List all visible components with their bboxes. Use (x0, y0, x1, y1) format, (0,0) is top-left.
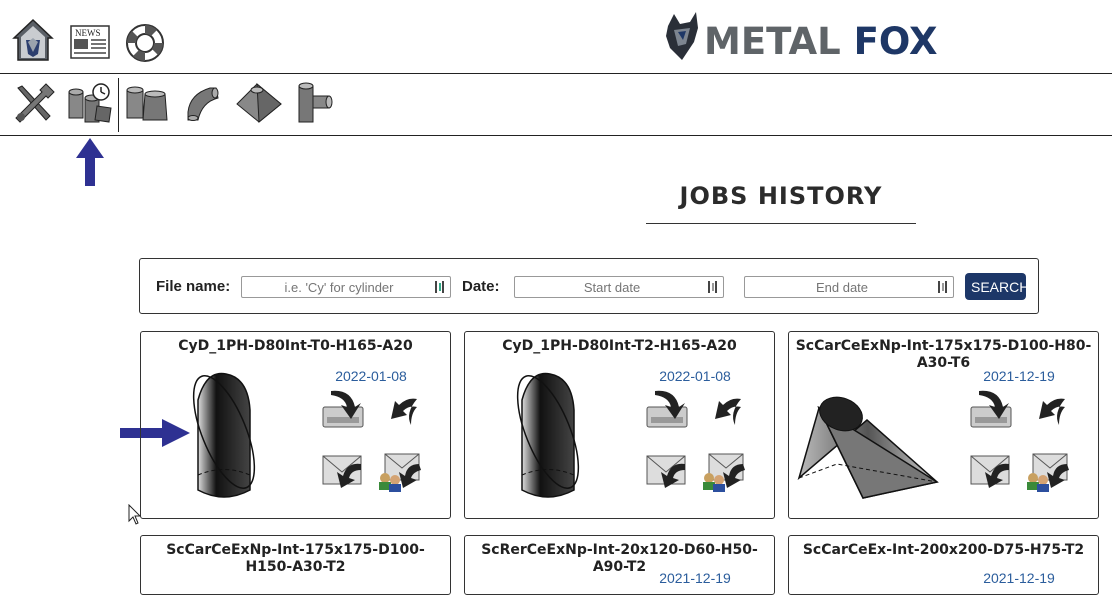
job-name: CyD_1PH-D80Int-T2-H165-A20 (502, 338, 737, 354)
logo-word-fox: FOX (853, 20, 938, 63)
settings-tools-icon[interactable] (12, 82, 56, 126)
job-card[interactable]: CyD_1PH-D80Int-T2-H165-A20 2022-01-08 (464, 331, 775, 519)
file-name-input[interactable] (241, 276, 451, 298)
job-name: CyD_1PH-D80Int-T0-H165-A20 (178, 338, 413, 354)
download-icon[interactable] (645, 389, 689, 431)
job-name: ScCarCeExNp-Int-175x175-D100-H80-A30-T6 (795, 338, 1092, 371)
job-card[interactable]: ScCarCeEx-Int-200x200-D75-H75-T2 2021-12… (788, 535, 1099, 595)
title-underline (646, 223, 916, 224)
home-icon[interactable] (12, 18, 54, 62)
fox-logo-icon (666, 12, 698, 60)
news-icon[interactable]: NEWS (70, 25, 110, 59)
download-icon[interactable] (969, 389, 1013, 431)
tee-shape-icon[interactable] (297, 82, 333, 126)
up-arrow-indicator (76, 138, 104, 186)
job-name: ScCarCeExNp-Int-175x175-D100-H150-A30-T2 (166, 542, 425, 575)
job-date: 2021-12-19 (983, 570, 1055, 586)
job-date: 2021-12-19 (659, 570, 731, 586)
cylinder-preview-icon (516, 372, 580, 498)
job-card[interactable]: ScCarCeExNp-Int-175x175-D100-H80-A30-T6 … (788, 331, 1099, 519)
jobs-history-icon[interactable] (67, 82, 113, 124)
mouse-cursor-icon (128, 504, 142, 525)
reload-icon[interactable] (377, 389, 421, 431)
reload-icon[interactable] (701, 389, 745, 431)
job-card[interactable]: CyD_1PH-D80Int-T0-H165-A20 2022-01-08 (140, 331, 451, 519)
cylinder-shapes-icon[interactable] (125, 84, 169, 124)
email-icon[interactable] (969, 450, 1013, 492)
help-lifebuoy-icon[interactable] (124, 22, 166, 64)
file-name-label: File name: (156, 278, 231, 295)
reload-icon[interactable] (1025, 389, 1069, 431)
svg-text:NEWS: NEWS (75, 28, 101, 38)
start-date-picker-icon[interactable] (708, 280, 718, 294)
date-label: Date: (462, 278, 500, 295)
start-date-input[interactable] (514, 276, 724, 298)
email-icon[interactable] (645, 450, 689, 492)
job-card[interactable]: ScRerCeExNp-Int-20x120-D60-H50-A90-T2 20… (464, 535, 775, 595)
email-icon[interactable] (321, 450, 365, 492)
search-panel: File name: Date: SEARCH (139, 258, 1039, 314)
download-icon[interactable] (321, 389, 365, 431)
pyramid-transition-icon[interactable] (235, 82, 283, 124)
end-date-picker-icon[interactable] (938, 280, 948, 294)
job-name: ScCarCeEx-Int-200x200-D75-H75-T2 (802, 542, 1085, 558)
job-date: 2022-01-08 (335, 368, 407, 384)
job-date: 2021-12-19 (983, 368, 1055, 384)
header-divider (0, 73, 1112, 74)
job-card[interactable]: ScCarCeExNp-Int-175x175-D100-H150-A30-T2 (140, 535, 451, 595)
job-date: 2022-01-08 (659, 368, 731, 384)
page-title: JOBS HISTORY (679, 182, 883, 210)
transition-preview-icon (797, 396, 939, 499)
share-icon[interactable] (701, 450, 745, 492)
logo-word-metal: METAL (704, 20, 841, 63)
toolbar-divider (0, 135, 1112, 136)
toolbar-separator (118, 78, 119, 132)
field-picker-icon (435, 281, 444, 293)
search-button[interactable]: SEARCH (965, 273, 1029, 300)
end-date-input[interactable] (744, 276, 954, 298)
share-icon[interactable] (377, 450, 421, 492)
share-icon[interactable] (1025, 450, 1069, 492)
elbow-shape-icon[interactable] (184, 84, 224, 124)
metal-fox-logo: METAL FOX (664, 12, 938, 64)
cylinder-preview-icon (192, 372, 256, 498)
